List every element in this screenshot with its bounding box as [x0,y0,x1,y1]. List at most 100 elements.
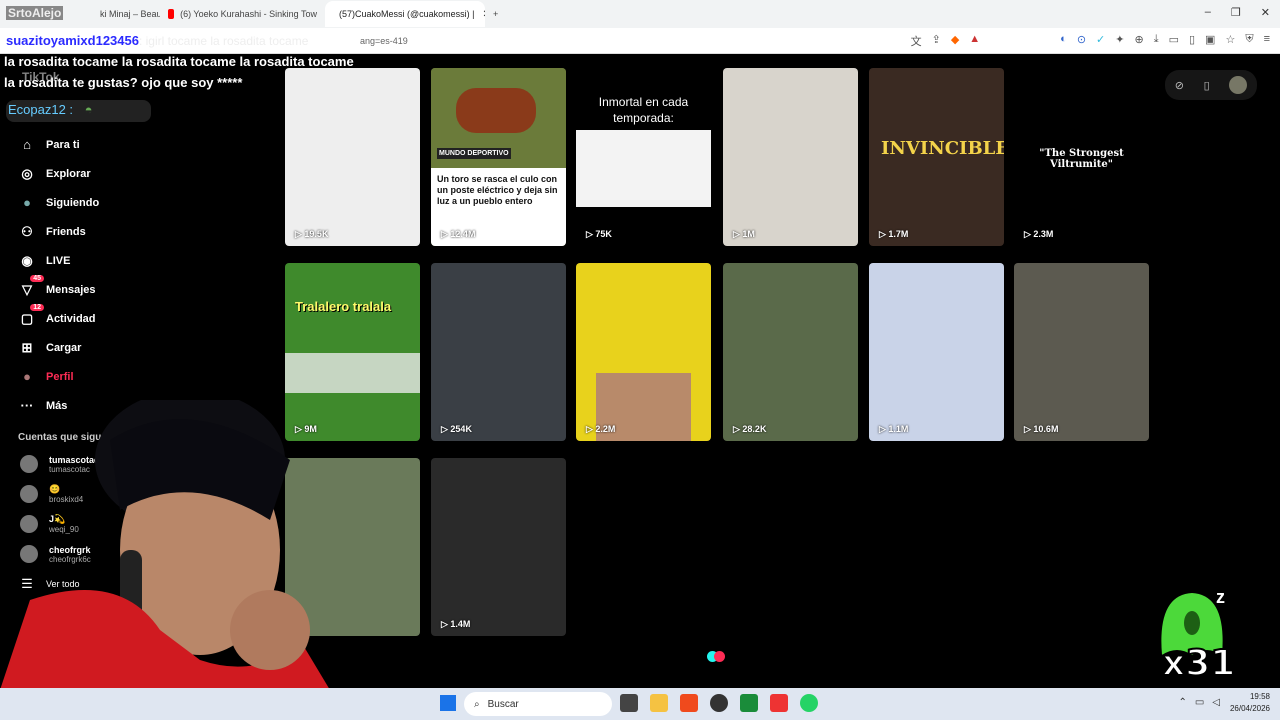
device-icon[interactable]: ▯ [1204,79,1210,92]
video-card[interactable]: ▷ 19.5K [285,68,420,246]
translate-icon[interactable]: 文 [911,33,922,49]
history-icon[interactable]: ▭ [1169,33,1179,49]
video-card[interactable]: Inmortal en cada temporada: ▷ 75K [576,68,711,246]
tab-label: (57)CuakoMessi (@cuakomessi) | [339,9,475,19]
view-count: ▷ 10.6M [1024,424,1058,435]
notification-badge: 45 [30,274,44,282]
brave-icon[interactable] [680,694,698,712]
video-card[interactable]: ▷ 28.2K [723,263,858,441]
webcam-overlay [0,400,330,690]
extension-icon[interactable]: ⊕ [1134,33,1143,49]
live-icon: ◉ [21,252,33,268]
chat-overlay-username: suazitoyamixd123456: igirl tocame la ros… [6,33,308,48]
puzzle-icon[interactable]: ✦ [1115,33,1124,49]
play-icon: ▷ [1024,424,1034,434]
view-count: ▷ 1.4M [441,619,470,630]
toolbar-icons: 文 ⇪ ◆ ▲ ◐ ⊙ ✓ ✦ ⊕ ⤓ ▭ ▯ ▣ ☆ ⛨ ≡ [911,33,1270,49]
play-icon: ▷ [441,424,451,434]
taskbar-apps [620,694,818,712]
app-icon[interactable] [770,694,788,712]
view-count-value: 2.2M [595,424,616,434]
play-icon: ▷ [441,619,451,629]
extension-icon[interactable]: ◐ [1060,33,1067,49]
view-count-value: 1.1M [888,424,909,434]
close-window-button[interactable]: ✕ [1261,6,1270,19]
tab-cuakomessi[interactable]: (57)CuakoMessi (@cuakomessi) | ✕ [325,1,485,27]
sidebar-item-explorar[interactable]: ◎ Explorar [0,159,280,188]
file-explorer-icon[interactable] [650,694,668,712]
video-card[interactable]: ▷ 1.1M [869,263,1004,441]
search-placeholder: Buscar [487,698,519,710]
play-icon: ▷ [879,229,889,239]
view-count: ▷ 2.2M [586,424,615,435]
start-icon[interactable] [440,695,456,711]
youtube-icon [168,9,175,19]
new-tab-button[interactable]: + [485,1,506,27]
play-icon: ▷ [733,424,743,434]
maximize-button[interactable]: ❐ [1231,6,1241,19]
extension-icon[interactable]: ✓ [1096,33,1105,49]
video-card[interactable]: INVINCIBLE ▷ 1.7M [869,68,1004,246]
clock-date: 26/04/2026 [1229,704,1270,713]
streamer-tag: SrtoAlejo [6,6,64,20]
view-count-value: 1M [742,229,755,239]
brave-shield-icon[interactable]: ◆ [951,33,959,49]
sidebar-item-friends[interactable]: ⚇ Friends [0,217,280,246]
view-count: ▷ 254K [441,424,472,435]
chat-message: : igirl tocame la rosadita tocame [138,34,309,48]
extension-icon[interactable]: ⊙ [1077,33,1086,49]
whatsapp-icon[interactable] [800,694,818,712]
search-icon: ⌕ [474,698,480,710]
loading-indicator [707,651,727,663]
share-icon[interactable]: ⇪ [932,33,941,49]
sidebar-item-actividad[interactable]: ▢ 12 Actividad [0,303,280,333]
task-view-icon[interactable] [620,694,638,712]
chevron-up-icon[interactable]: ⌃ [1178,697,1186,708]
sidebar-item-label: Perfil [46,370,74,383]
sidebar-item-live[interactable]: ◉ LIVE [0,246,280,275]
taskbar-search[interactable]: ⌕ Buscar [464,692,612,716]
friends-icon: ⚇ [21,223,33,239]
sidebar-item-siguiendo[interactable]: ● Siguiendo [0,188,280,217]
notification-badge: 12 [30,303,44,311]
tab-label: (6) Yoeko Kurahashi - Sinking Tow [180,9,317,19]
view-count: ▷ 75K [586,229,612,240]
sidebar-item-label: Explorar [46,167,91,180]
rewards-icon[interactable]: ▲ [969,33,980,49]
play-icon: ▷ [586,424,596,434]
video-card[interactable]: ▷ 2.2M [576,263,711,441]
user-avatar[interactable] [1229,76,1248,94]
sidebar-item-label: Para ti [46,138,80,151]
minimize-button[interactable]: – [1205,6,1211,19]
sidebar-item-perfil[interactable]: ● Perfil [0,362,280,391]
network-icon[interactable]: ▭ [1195,697,1204,708]
sidebar-item-mensajes[interactable]: ▽ 45 Mensajes [0,274,280,304]
video-card[interactable]: ▷ 10.6M [1014,263,1149,441]
sidebar-item-cargar[interactable]: ⊞ Cargar [0,333,280,362]
wallet-icon[interactable]: ▣ [1205,33,1215,49]
view-count-value: 28.2K [742,424,767,434]
clock[interactable]: 19:58 26/04/2026 [1230,691,1270,715]
video-card[interactable]: "The Strongest Viltrumite" ▷ 2.3M [1014,68,1149,246]
tab-yoeko[interactable]: (6) Yoeko Kurahashi - Sinking Tow [160,1,325,27]
video-card[interactable]: ▷ 254K [431,263,566,441]
video-caption: Inmortal en cada temporada: [598,95,689,125]
view-count-value: 10.6M [1033,424,1059,434]
leo-icon[interactable]: ☆ [1225,33,1235,49]
coins-icon[interactable]: ⊘ [1175,79,1184,92]
app-icon[interactable] [740,694,758,712]
tiktok-logo[interactable]: TikTok [22,70,60,84]
video-card[interactable]: MUNDO DEPORTIVO Un toro se rasca el culo … [431,68,566,246]
download-icon[interactable]: ⤓ [1154,33,1159,49]
view-count-value: 75K [595,229,612,239]
video-card[interactable]: ▷ 1.4M [431,458,566,636]
tab-label: ki Minaj – Beauty [100,9,160,19]
sidebar-item-para-ti[interactable]: ⌂ Para ti [0,130,280,159]
menu-icon[interactable]: ≡ [1264,33,1270,49]
vpn-icon[interactable]: ⛨ [1245,33,1253,49]
view-count: ▷ 19.5K [295,229,328,240]
volume-icon[interactable]: ◁ [1212,697,1220,708]
video-card[interactable]: ▷ 1M [723,68,858,246]
obs-icon[interactable] [710,694,728,712]
sidebar-icon[interactable]: ▯ [1189,33,1195,49]
